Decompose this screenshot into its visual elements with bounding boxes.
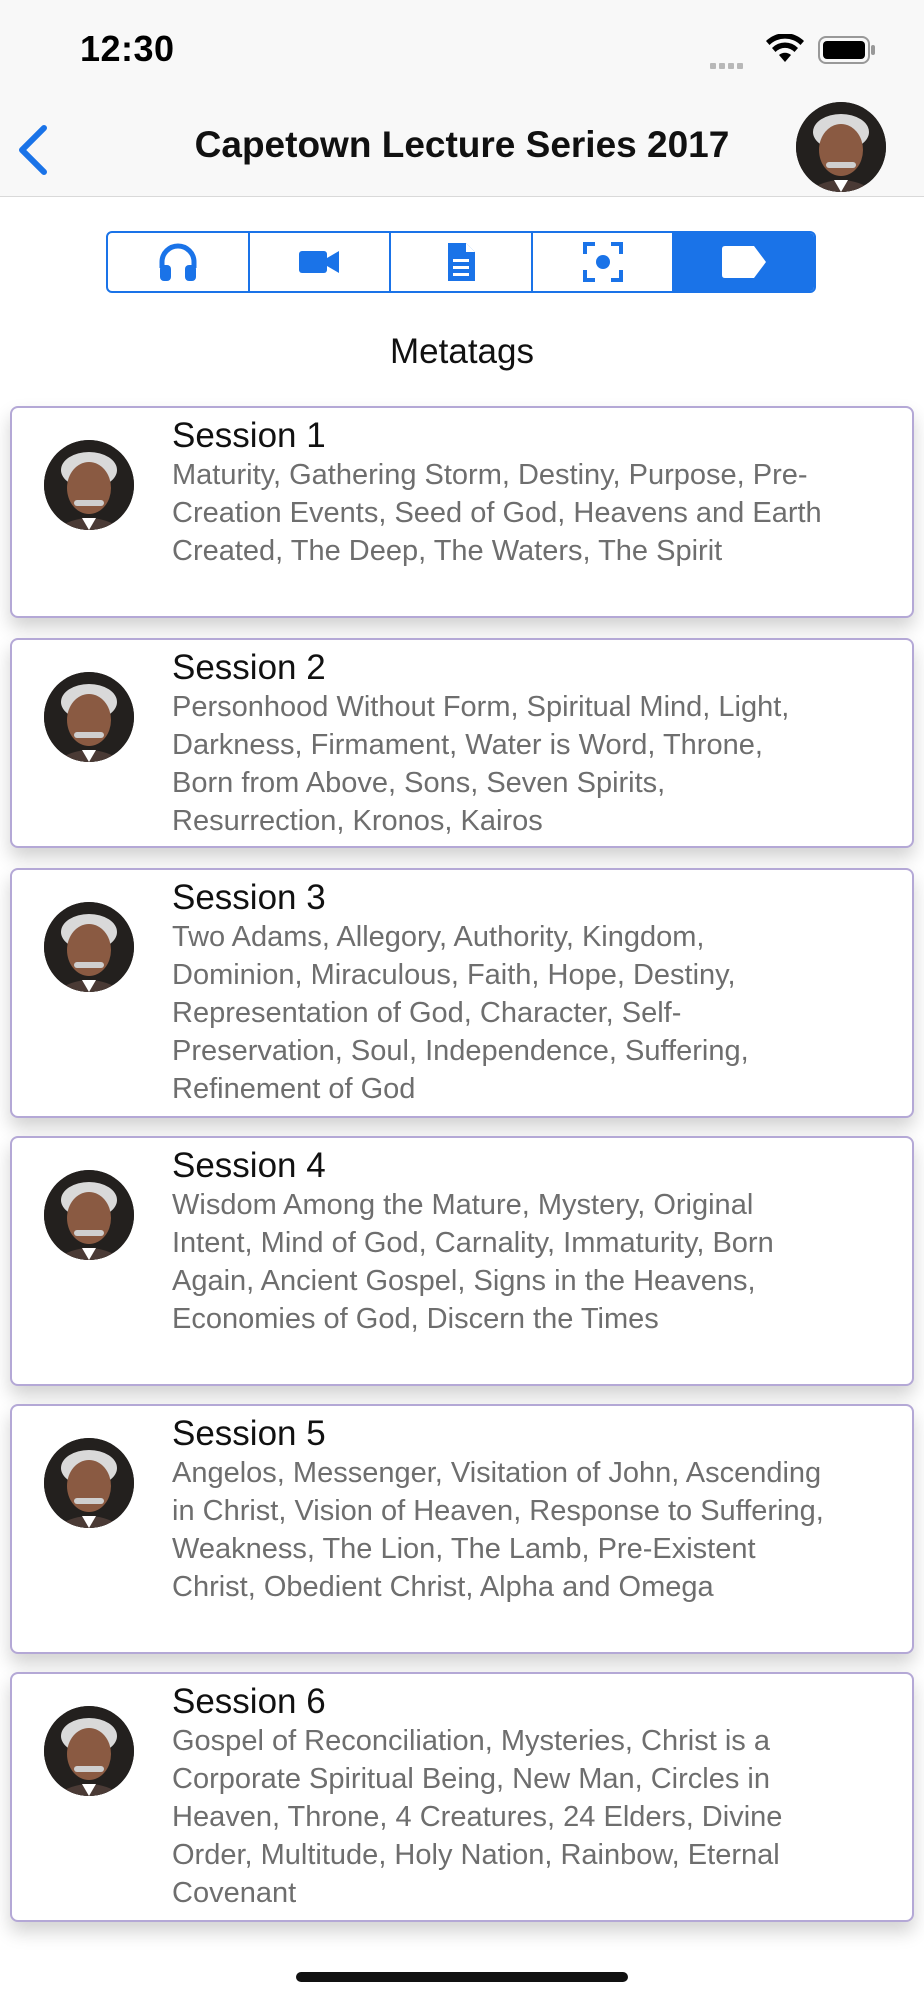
- session-tags: Maturity, Gathering Storm, Destiny, Purp…: [172, 459, 822, 567]
- focus-scan-icon: [582, 242, 623, 282]
- session-card[interactable]: Session 2 Personhood Without Form, Spiri…: [10, 638, 914, 848]
- section-title: Metatags: [390, 332, 534, 371]
- status-time: 12:30: [80, 28, 175, 69]
- session-avatar: [44, 1438, 134, 1528]
- session-name: Session 2: [172, 648, 326, 687]
- session-avatar: [44, 440, 134, 530]
- session-name: Session 5: [172, 1414, 326, 1453]
- media-type-segmented-control: [106, 231, 816, 293]
- session-tags: Gospel of Reconciliation, Mysteries, Chr…: [172, 1725, 783, 1909]
- session-tags: Angelos, Messenger, Visitation of John, …: [172, 1457, 824, 1603]
- session-card[interactable]: Session 6 Gospel of Reconciliation, Myst…: [10, 1672, 914, 1922]
- segment-metatags[interactable]: [674, 233, 814, 291]
- session-tags: Wisdom Among the Mature, Mystery, Origin…: [172, 1189, 774, 1335]
- session-avatar: [44, 672, 134, 762]
- back-button[interactable]: [14, 122, 54, 178]
- session-avatar: [44, 902, 134, 992]
- session-avatar: [44, 1706, 134, 1796]
- segment-document[interactable]: [391, 233, 533, 291]
- navigation-bar: Capetown Lecture Series 2017: [0, 100, 924, 197]
- profile-avatar[interactable]: [796, 102, 886, 192]
- document-icon: [447, 243, 475, 281]
- session-name: Session 1: [172, 416, 326, 455]
- session-avatar: [44, 1170, 134, 1260]
- cellular-signal-icon: [710, 56, 746, 74]
- battery-icon: [818, 36, 876, 69]
- session-card[interactable]: Session 1 Maturity, Gathering Storm, Des…: [10, 406, 914, 618]
- headphones-icon: [159, 243, 197, 281]
- session-name: Session 6: [172, 1682, 326, 1721]
- session-card[interactable]: Session 4 Wisdom Among the Mature, Myste…: [10, 1136, 914, 1386]
- wifi-icon: [766, 33, 804, 69]
- segment-video[interactable]: [250, 233, 392, 291]
- status-bar: 12:30: [0, 0, 924, 100]
- home-indicator[interactable]: [296, 1972, 628, 1982]
- segment-audio[interactable]: [108, 233, 250, 291]
- page-title: Capetown Lecture Series 2017: [194, 124, 730, 165]
- session-name: Session 3: [172, 878, 326, 917]
- session-name: Session 4: [172, 1146, 326, 1185]
- tag-icon: [722, 246, 767, 278]
- segment-focus[interactable]: [533, 233, 675, 291]
- session-tags: Two Adams, Allegory, Authority, Kingdom,…: [172, 921, 749, 1105]
- session-tags: Personhood Without Form, Spiritual Mind,…: [172, 691, 790, 837]
- video-camera-icon: [299, 251, 340, 273]
- session-card[interactable]: Session 3 Two Adams, Allegory, Authority…: [10, 868, 914, 1118]
- session-card[interactable]: Session 5 Angelos, Messenger, Visitation…: [10, 1404, 914, 1654]
